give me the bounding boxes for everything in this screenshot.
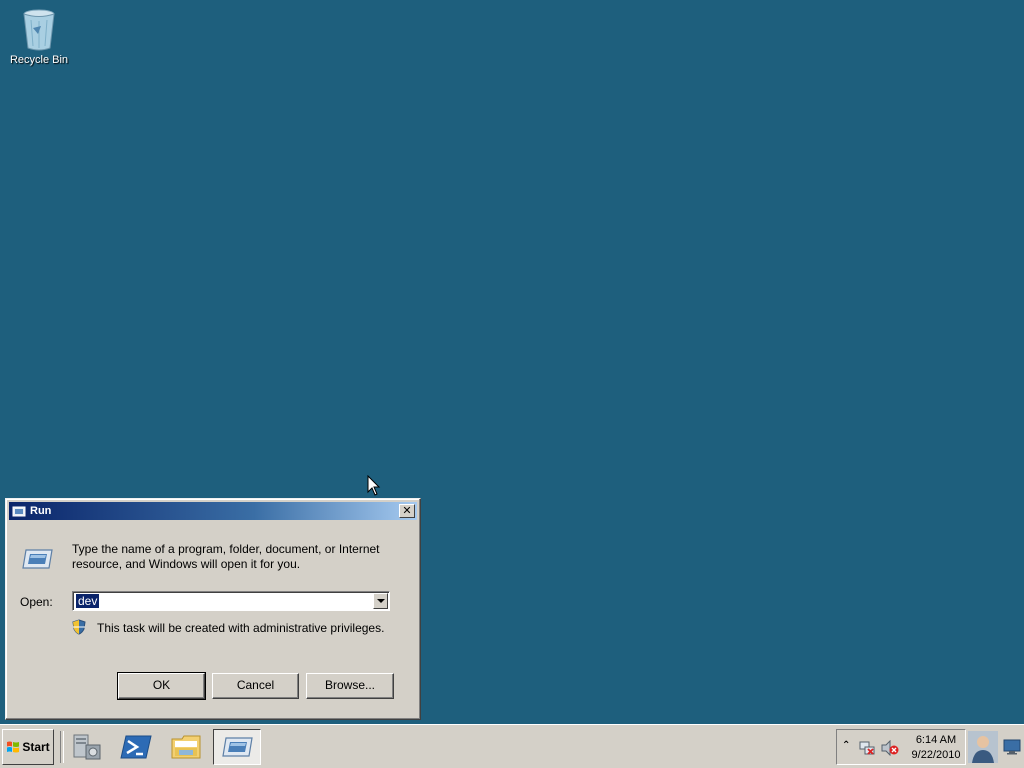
explorer-icon[interactable] [169, 731, 203, 763]
desktop-icon-recycle-bin[interactable]: Recycle Bin [6, 6, 72, 66]
powershell-icon[interactable] [119, 731, 153, 763]
windows-flag-icon [7, 741, 20, 753]
recycle-bin-label: Recycle Bin [9, 54, 69, 66]
taskbar-separator [60, 731, 64, 763]
open-input-value[interactable]: dev [76, 594, 100, 608]
clock-date[interactable]: 9/22/2010 [907, 749, 965, 761]
run-dialog-title: Run [30, 505, 52, 517]
run-program-icon [22, 549, 53, 569]
admin-privileges-note: This task will be created with administr… [97, 621, 385, 635]
recycle-bin-icon [21, 6, 57, 52]
run-dialog-titlebar[interactable]: Run ✕ [9, 502, 417, 520]
start-button[interactable]: Start [2, 729, 54, 765]
dropdown-arrow-button[interactable] [373, 593, 388, 609]
show-hidden-icons-chevron-icon[interactable]: ⌃ [842, 740, 850, 751]
browse-button[interactable]: Browse... [306, 673, 394, 699]
mouse-cursor-icon [367, 475, 381, 496]
run-icon [222, 737, 253, 757]
close-button[interactable]: ✕ [399, 504, 415, 518]
taskbar: Start ⌃ 6:14 AM 9/22/2010 [0, 724, 1024, 768]
system-tray: ⌃ 6:14 AM 9/22/2010 [836, 729, 966, 765]
cancel-button[interactable]: Cancel [212, 673, 299, 699]
clock-time[interactable]: 6:14 AM [907, 734, 965, 746]
ok-button[interactable]: OK [117, 672, 206, 700]
start-label: Start [22, 740, 50, 754]
taskbar-item-run[interactable] [213, 729, 261, 765]
user-avatar-icon[interactable] [968, 731, 998, 763]
run-description: Type the name of a program, folder, docu… [72, 542, 380, 571]
open-label: Open: [20, 595, 53, 609]
open-combobox[interactable]: dev [72, 591, 390, 611]
network-disconnected-icon[interactable] [859, 740, 875, 756]
uac-shield-icon [72, 619, 86, 635]
server-manager-icon[interactable] [70, 731, 104, 763]
run-icon [12, 506, 26, 516]
run-dialog: Run ✕ Type the name of a program, folder… [5, 498, 421, 720]
show-desktop-icon[interactable] [1003, 739, 1021, 755]
close-icon: ✕ [402, 505, 412, 517]
volume-muted-icon[interactable] [881, 740, 899, 756]
